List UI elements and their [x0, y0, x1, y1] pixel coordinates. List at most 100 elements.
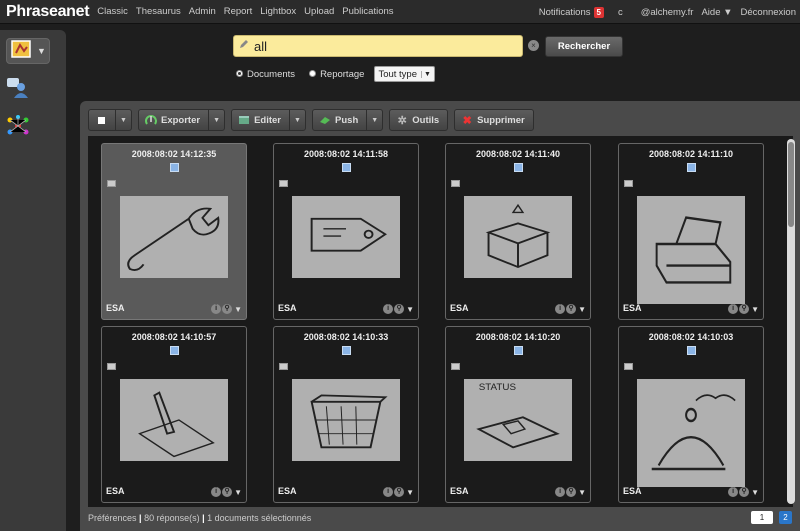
account-link[interactable]: @alchemy.fr [641, 7, 694, 18]
collection-name: ESA [106, 486, 125, 496]
app-logo[interactable]: Phraseanet [0, 3, 97, 21]
record-checkbox[interactable] [170, 346, 179, 355]
record-actions: i ⚲ ▼ [728, 487, 759, 497]
type-select[interactable]: Tout type ▼ [374, 66, 435, 82]
page-next[interactable]: 2 [779, 511, 792, 524]
chevron-down-icon[interactable]: ▼ [751, 488, 759, 497]
zoom-icon[interactable]: ⚲ [394, 487, 405, 497]
info-icon[interactable]: i [555, 304, 566, 314]
zoom-icon[interactable]: ⚲ [222, 487, 233, 497]
record-checkbox[interactable] [342, 346, 351, 355]
record-thumbnail[interactable] [464, 196, 572, 278]
nav-report[interactable]: Report [224, 6, 253, 17]
chevron-down-icon[interactable]: ▼ [578, 488, 586, 497]
export-button[interactable]: Exporter ▼ [138, 109, 226, 131]
record-checkbox[interactable] [687, 346, 696, 355]
delete-button[interactable]: ✖ Supprimer [454, 109, 534, 131]
nav-thesaurus[interactable]: Thesaurus [136, 6, 181, 17]
chevron-down-icon[interactable]: ▼ [751, 305, 759, 314]
radio-documents[interactable]: Documents [236, 69, 295, 80]
record-thumbnail[interactable]: STATUS [464, 379, 572, 461]
notifications-label: Notifications [538, 6, 591, 18]
sketch-text: STATUS [479, 382, 516, 393]
chevron-down-icon[interactable]: ▼ [578, 305, 586, 314]
record-checkbox[interactable] [342, 163, 351, 172]
record-thumbnail[interactable] [292, 196, 400, 278]
chevron-down-icon[interactable]: ▼ [115, 110, 131, 130]
record-checkbox[interactable] [514, 346, 523, 355]
record-date: 2008:08:02 14:10:33 [303, 332, 389, 342]
record-date: 2008:08:02 14:10:57 [131, 332, 217, 342]
search-input[interactable] [250, 38, 500, 54]
select-all-button[interactable]: ▼ [88, 109, 132, 131]
info-icon[interactable]: i [211, 304, 222, 314]
sketch-image [138, 391, 215, 458]
result-card[interactable]: 2008:08:02 14:11:58 ESA i ⚲ ▼ [273, 143, 419, 320]
result-card[interactable]: 2008:08:02 14:10:57 ESA i ⚲ ▼ [101, 326, 247, 503]
record-thumbnail[interactable] [292, 379, 400, 461]
result-card[interactable]: 2008:08:02 14:10:03 ESA i ⚲ ▼ [618, 326, 764, 503]
info-icon[interactable]: i [383, 304, 394, 314]
zoom-icon[interactable]: ⚲ [566, 304, 577, 314]
zoom-icon[interactable]: ⚲ [739, 487, 750, 497]
zoom-icon[interactable]: ⚲ [222, 304, 233, 314]
record-actions: i ⚲ ▼ [211, 487, 242, 497]
record-checkbox[interactable] [687, 163, 696, 172]
info-icon[interactable]: i [728, 487, 739, 497]
clear-search-icon[interactable]: × [528, 40, 539, 51]
result-card[interactable]: 2008:08:02 14:11:40 ESA i ⚲ ▼ [445, 143, 591, 320]
tools-label: Outils [412, 114, 440, 126]
preferences-link[interactable]: Préférences [88, 513, 137, 523]
search-button[interactable]: Rechercher [545, 36, 623, 57]
chevron-down-icon[interactable]: ▼ [289, 110, 305, 130]
nav-publications[interactable]: Publications [342, 6, 393, 17]
chevron-down-icon[interactable]: ▼ [234, 305, 242, 314]
logout-link[interactable]: Déconnexion [741, 7, 796, 18]
chevron-down-icon[interactable]: ▼ [234, 488, 242, 497]
chevron-down-icon[interactable]: ▼ [208, 110, 224, 130]
basket-icon [11, 39, 33, 64]
scrollbar[interactable] [787, 139, 795, 504]
info-icon[interactable]: i [728, 304, 739, 314]
info-icon[interactable]: i [211, 487, 222, 497]
info-icon[interactable]: i [383, 487, 394, 497]
record-thumbnail[interactable] [637, 379, 745, 487]
chevron-down-icon[interactable]: ▼ [366, 110, 382, 130]
record-thumbnail[interactable] [120, 196, 228, 278]
collection-name: ESA [278, 486, 297, 496]
result-card[interactable]: 2008:08:02 14:11:10 ESA i ⚲ ▼ [618, 143, 764, 320]
edit-button[interactable]: Editer ▼ [231, 109, 307, 131]
nav-lightbox[interactable]: Lightbox [260, 6, 296, 17]
zoom-icon[interactable]: ⚲ [394, 304, 405, 314]
result-card[interactable]: 2008:08:02 14:10:20 STATUS ESA i ⚲ ▼ [445, 326, 591, 503]
info-icon[interactable]: i [555, 487, 566, 497]
result-card[interactable]: 2008:08:02 14:10:33 ESA i ⚲ ▼ [273, 326, 419, 503]
gear-icon: ✲ [397, 114, 407, 127]
chevron-down-icon[interactable]: ▼ [406, 305, 414, 314]
record-checkbox[interactable] [514, 163, 523, 172]
page-current[interactable]: 1 [751, 511, 773, 524]
document-type-icon [279, 363, 288, 370]
help-menu[interactable]: Aide ▼ [701, 7, 732, 18]
notifications-link[interactable]: Notifications 5 [538, 6, 604, 18]
nav-classic[interactable]: Classic [97, 6, 128, 17]
users-icon[interactable] [6, 76, 30, 100]
radio-reportage[interactable]: Reportage [309, 69, 364, 80]
checkbox-icon [95, 114, 107, 126]
record-checkbox[interactable] [170, 163, 179, 172]
sketch-image [651, 394, 736, 471]
user-initial[interactable]: c [618, 7, 623, 18]
thesaurus-icon[interactable] [6, 114, 30, 138]
basket-button[interactable]: ▼ [6, 38, 50, 64]
record-thumbnail[interactable] [120, 379, 228, 461]
nav-admin[interactable]: Admin [189, 6, 216, 17]
push-button[interactable]: Push ▼ [312, 109, 384, 131]
record-thumbnail[interactable] [637, 196, 745, 304]
zoom-icon[interactable]: ⚲ [739, 304, 750, 314]
zoom-icon[interactable]: ⚲ [566, 487, 577, 497]
scrollbar-thumb[interactable] [788, 142, 794, 227]
nav-upload[interactable]: Upload [304, 6, 334, 17]
tools-button[interactable]: ✲ Outils [389, 109, 449, 131]
chevron-down-icon[interactable]: ▼ [406, 488, 414, 497]
result-card[interactable]: 2008:08:02 14:12:35 ESA i ⚲ ▼ [101, 143, 247, 320]
